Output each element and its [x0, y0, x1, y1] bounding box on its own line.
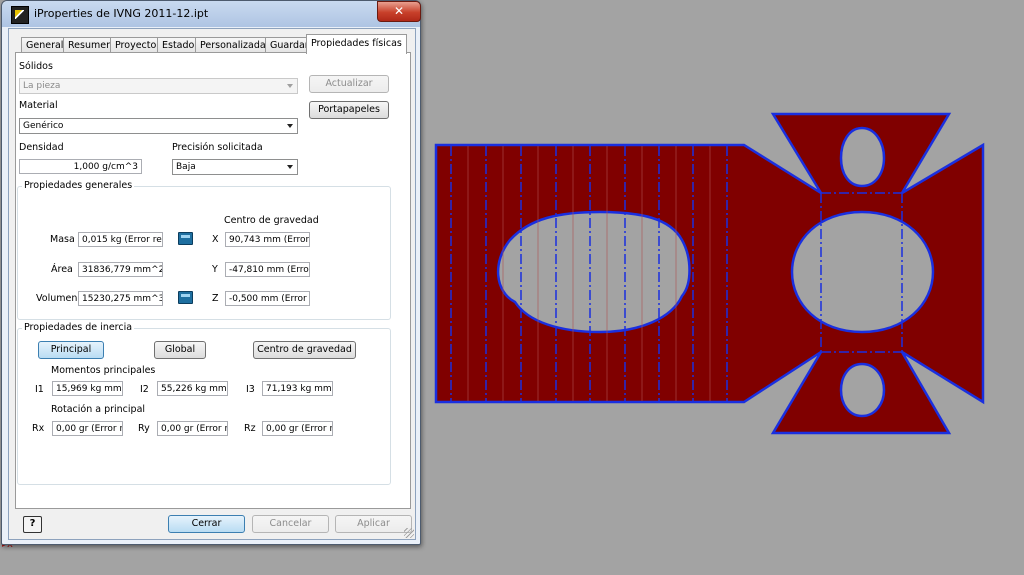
chevron-down-icon — [287, 124, 293, 128]
ry-label: Ry — [138, 423, 150, 434]
cog-y-field[interactable]: -47,810 mm (Error r — [225, 262, 310, 277]
global-button[interactable]: Global — [154, 341, 206, 359]
calculator-icon[interactable] — [178, 291, 193, 304]
window-title: iProperties de IVNG 2011-12.ipt — [34, 7, 209, 20]
physical-properties-panel: Sólidos La pieza Actualizar Portapapeles… — [15, 52, 411, 509]
rx-field[interactable]: 0,00 gr (Error re — [52, 421, 123, 436]
volume-field[interactable]: 15230,275 mm^3 ( — [78, 291, 163, 306]
rz-label: Rz — [244, 423, 256, 434]
material-label: Material — [19, 100, 58, 111]
solids-value: La pieza — [23, 81, 61, 91]
clipboard-button[interactable]: Portapapeles — [309, 101, 389, 119]
i1-label: I1 — [35, 384, 44, 395]
z-label: Z — [212, 293, 219, 304]
update-button[interactable]: Actualizar — [309, 75, 389, 93]
inertia-properties-group: Propiedades de inercia Principal Global … — [17, 322, 391, 485]
general-properties-title: Propiedades generales — [22, 180, 135, 191]
general-properties-group: Propiedades generales Centro de gravedad… — [17, 180, 391, 320]
cancel-button[interactable]: Cancelar — [252, 515, 329, 533]
i3-field[interactable]: 71,193 kg mm^ — [262, 381, 333, 396]
precision-label: Precisión solicitada — [172, 142, 263, 153]
i3-label: I3 — [246, 384, 255, 395]
resize-grip[interactable] — [404, 528, 414, 538]
tab-general[interactable]: General — [21, 37, 69, 53]
calculator-icon[interactable] — [178, 232, 193, 245]
tab-propiedades-fisicas[interactable]: Propiedades físicas — [306, 34, 407, 54]
help-button[interactable]: ? — [23, 516, 42, 533]
y-label: Y — [212, 264, 218, 275]
precision-value: Baja — [176, 162, 196, 172]
density-field[interactable]: 1,000 g/cm^3 — [19, 159, 142, 174]
tab-personalizadas[interactable]: Personalizadas — [195, 37, 276, 53]
cog-z-field[interactable]: -0,500 mm (Error re — [225, 291, 310, 306]
close-window-button[interactable]: ✕ — [377, 1, 421, 22]
rz-field[interactable]: 0,00 gr (Error re — [262, 421, 333, 436]
i2-label: I2 — [140, 384, 149, 395]
title-bar[interactable]: iProperties de IVNG 2011-12.ipt ✕ — [2, 1, 421, 27]
density-label: Densidad — [19, 142, 64, 153]
volume-label: Volumen — [36, 293, 78, 304]
tab-proyecto[interactable]: Proyecto — [110, 37, 162, 53]
tab-resumen[interactable]: Resumen — [63, 37, 118, 53]
i1-field[interactable]: 15,969 kg mm^ — [52, 381, 123, 396]
area-label: Área — [51, 264, 73, 275]
iproperties-dialog: iProperties de IVNG 2011-12.ipt ✕ Genera… — [1, 0, 421, 545]
cog-x-field[interactable]: 90,743 mm (Error re — [225, 232, 310, 247]
solids-label: Sólidos — [19, 61, 53, 72]
close-button[interactable]: Cerrar — [168, 515, 245, 533]
inventor-app-icon — [11, 6, 29, 24]
rotation-label: Rotación a principal — [51, 404, 146, 415]
i2-field[interactable]: 55,226 kg mm^ — [157, 381, 228, 396]
inertia-properties-title: Propiedades de inercia — [22, 322, 135, 333]
center-of-gravity-button[interactable]: Centro de gravedad — [253, 341, 356, 359]
ry-field[interactable]: 0,00 gr (Error re — [157, 421, 228, 436]
solids-dropdown[interactable]: La pieza — [19, 78, 298, 94]
material-dropdown[interactable]: Genérico — [19, 118, 298, 134]
chevron-down-icon — [287, 165, 293, 169]
apply-button[interactable]: Aplicar — [335, 515, 412, 533]
chevron-down-icon — [287, 84, 293, 88]
principal-button[interactable]: Principal — [38, 341, 104, 359]
dialog-client: General Resumen Proyecto Estado Personal… — [8, 28, 416, 540]
principal-moments-label: Momentos principales — [51, 365, 156, 376]
mass-label: Masa — [50, 234, 75, 245]
rx-label: Rx — [32, 423, 45, 434]
area-field[interactable]: 31836,779 mm^2 ( — [78, 262, 163, 277]
mass-field[interactable]: 0,015 kg (Error relat — [78, 232, 163, 247]
x-label: X — [212, 234, 219, 245]
tab-estado[interactable]: Estado — [157, 37, 200, 53]
precision-dropdown[interactable]: Baja — [172, 159, 298, 175]
center-of-gravity-label: Centro de gravedad — [224, 215, 319, 226]
material-value: Genérico — [23, 121, 64, 131]
